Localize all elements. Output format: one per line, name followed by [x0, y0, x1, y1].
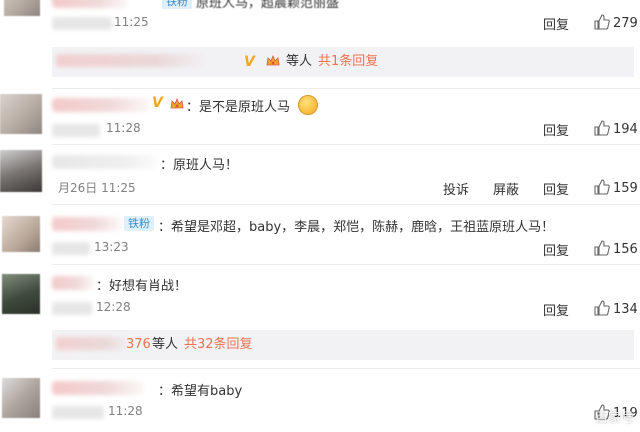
like-count: 194 — [613, 122, 638, 137]
comment-text: ：希望有baby — [158, 384, 243, 399]
verified-icon: V — [152, 95, 163, 111]
divider — [52, 368, 640, 369]
username[interactable] — [52, 155, 158, 169]
username[interactable] — [52, 217, 122, 231]
avatar[interactable] — [0, 94, 42, 134]
reply-people-suffix: 等人 — [286, 54, 313, 69]
reply-button[interactable]: 回复 — [543, 179, 569, 198]
avatar[interactable] — [2, 378, 40, 418]
reply-summary-bar[interactable]: V 等人 共1条回复 — [52, 47, 634, 77]
fan-badge: 铁粉 — [162, 0, 192, 9]
thumbs-up-icon — [594, 179, 610, 195]
crown-icon — [266, 55, 280, 66]
fan-badge: 铁粉 — [124, 216, 154, 231]
avatar[interactable] — [2, 274, 40, 314]
like-button[interactable]: 156 — [594, 240, 638, 257]
thumbs-up-icon — [594, 300, 610, 316]
verified-icon: V — [244, 54, 255, 70]
reply-people-prefix: 376 — [126, 337, 151, 352]
comment-text: ：是不是原班人马 — [186, 100, 291, 115]
more-replies-link[interactable]: 共32条回复 — [184, 330, 253, 360]
comment-text: ：希望是邓超，baby，李晨，郑恺，陈赫，鹿晗，王祖蓝原班人马！ — [158, 220, 555, 235]
divider — [52, 144, 640, 145]
comment-time: 12:28 — [96, 300, 131, 314]
like-button[interactable]: 279 — [594, 14, 638, 31]
crown-icon — [170, 98, 184, 109]
reply-summary-bar[interactable]: 376 等人 共32条回复 — [52, 330, 634, 360]
report-button[interactable]: 投诉 — [443, 179, 469, 198]
like-count: 279 — [613, 16, 638, 31]
thumbs-up-icon — [594, 240, 610, 256]
comment-text: 原班人马，超晨颖范丽盛 — [196, 0, 340, 11]
comment-time: 13:23 — [94, 240, 129, 254]
username[interactable] — [52, 381, 144, 395]
like-count: 159 — [613, 181, 638, 196]
comment-time: 11:25 — [114, 15, 149, 29]
reply-people-suffix: 等人 — [152, 337, 179, 352]
username[interactable] — [52, 0, 128, 8]
divider — [52, 88, 640, 89]
reply-button[interactable]: 回复 — [543, 120, 569, 139]
comment-text: ：好想有肖战！ — [96, 279, 188, 294]
like-button[interactable]: 194 — [594, 120, 638, 137]
avatar[interactable] — [4, 0, 40, 16]
watermark: 百家号 — [594, 411, 634, 426]
divider — [52, 264, 640, 265]
avatar[interactable] — [0, 150, 42, 192]
comment-time: 月26日 11:25 — [58, 181, 136, 195]
shocked-emoji-icon — [298, 95, 318, 115]
like-count: 134 — [613, 302, 638, 317]
thumbs-up-icon — [594, 120, 610, 136]
like-count: 156 — [613, 242, 638, 257]
comment-text: ：原班人马！ — [160, 158, 239, 173]
avatar[interactable] — [2, 216, 40, 252]
like-button[interactable]: 159 — [594, 179, 638, 196]
username[interactable] — [52, 98, 150, 112]
comment-time: 11:28 — [106, 121, 141, 135]
divider — [52, 204, 640, 205]
comment-time: 11:28 — [108, 404, 143, 418]
thumbs-up-icon — [594, 14, 610, 30]
like-button[interactable]: 134 — [594, 300, 638, 317]
reply-button[interactable]: 回复 — [543, 14, 569, 33]
block-button[interactable]: 屏蔽 — [493, 179, 519, 198]
more-replies-link[interactable]: 共1条回复 — [318, 47, 378, 77]
username[interactable] — [52, 276, 94, 290]
reply-button[interactable]: 回复 — [543, 240, 569, 259]
reply-button[interactable]: 回复 — [543, 300, 569, 319]
